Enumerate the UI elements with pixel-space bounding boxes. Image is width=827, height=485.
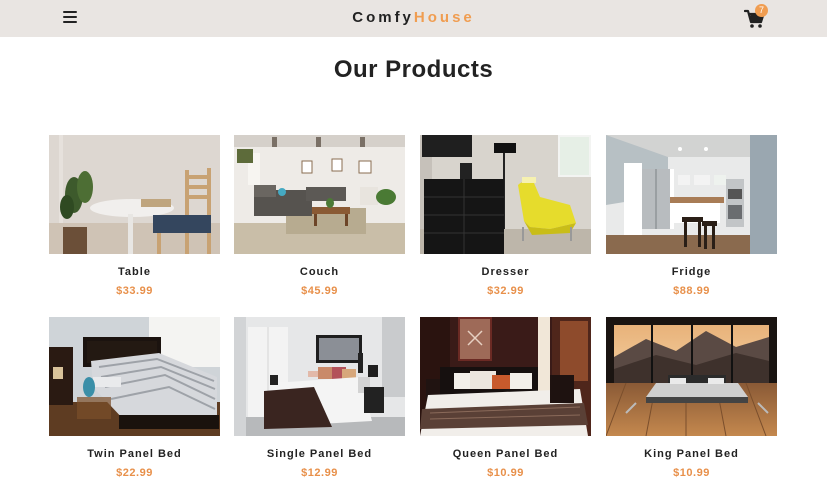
product-price: $12.99: [301, 467, 338, 479]
product-price: $22.99: [116, 467, 153, 479]
product-image-queen-panel-bed[interactable]: [420, 317, 591, 436]
product-name: Single Panel Bed: [266, 448, 373, 460]
cart-count-badge: 7: [755, 4, 768, 17]
product-name: Queen Panel Bed: [452, 448, 559, 460]
product-name: Couch: [299, 266, 340, 278]
product-price: $88.99: [673, 285, 710, 297]
logo[interactable]: ComfyHouse: [0, 9, 827, 26]
product-image-twin-panel-bed[interactable]: [49, 317, 220, 436]
product-price: $32.99: [487, 285, 524, 297]
product-price: $33.99: [116, 285, 153, 297]
product-price: $45.99: [301, 285, 338, 297]
product-price: $10.99: [487, 467, 524, 479]
product-image-dresser[interactable]: [420, 135, 591, 254]
product-image-table[interactable]: [49, 135, 220, 254]
product-image-king-panel-bed[interactable]: [606, 317, 777, 436]
product-name: King Panel Bed: [644, 448, 739, 460]
product-name: Dresser: [481, 266, 530, 278]
product-image-couch[interactable]: [234, 135, 405, 254]
product-name: Fridge: [671, 266, 712, 278]
product-name: Table: [118, 266, 151, 278]
logo-text-comfy: Comfy: [352, 9, 414, 26]
product-image-single-panel-bed[interactable]: [234, 317, 405, 436]
product-price: $10.99: [673, 467, 710, 479]
product-image-fridge[interactable]: [606, 135, 777, 254]
navbar: ComfyHouse 7: [0, 0, 827, 37]
page-title: Our Products: [333, 56, 494, 83]
logo-text-house: House: [413, 9, 475, 26]
product-name: Twin Panel Bed: [87, 448, 182, 460]
